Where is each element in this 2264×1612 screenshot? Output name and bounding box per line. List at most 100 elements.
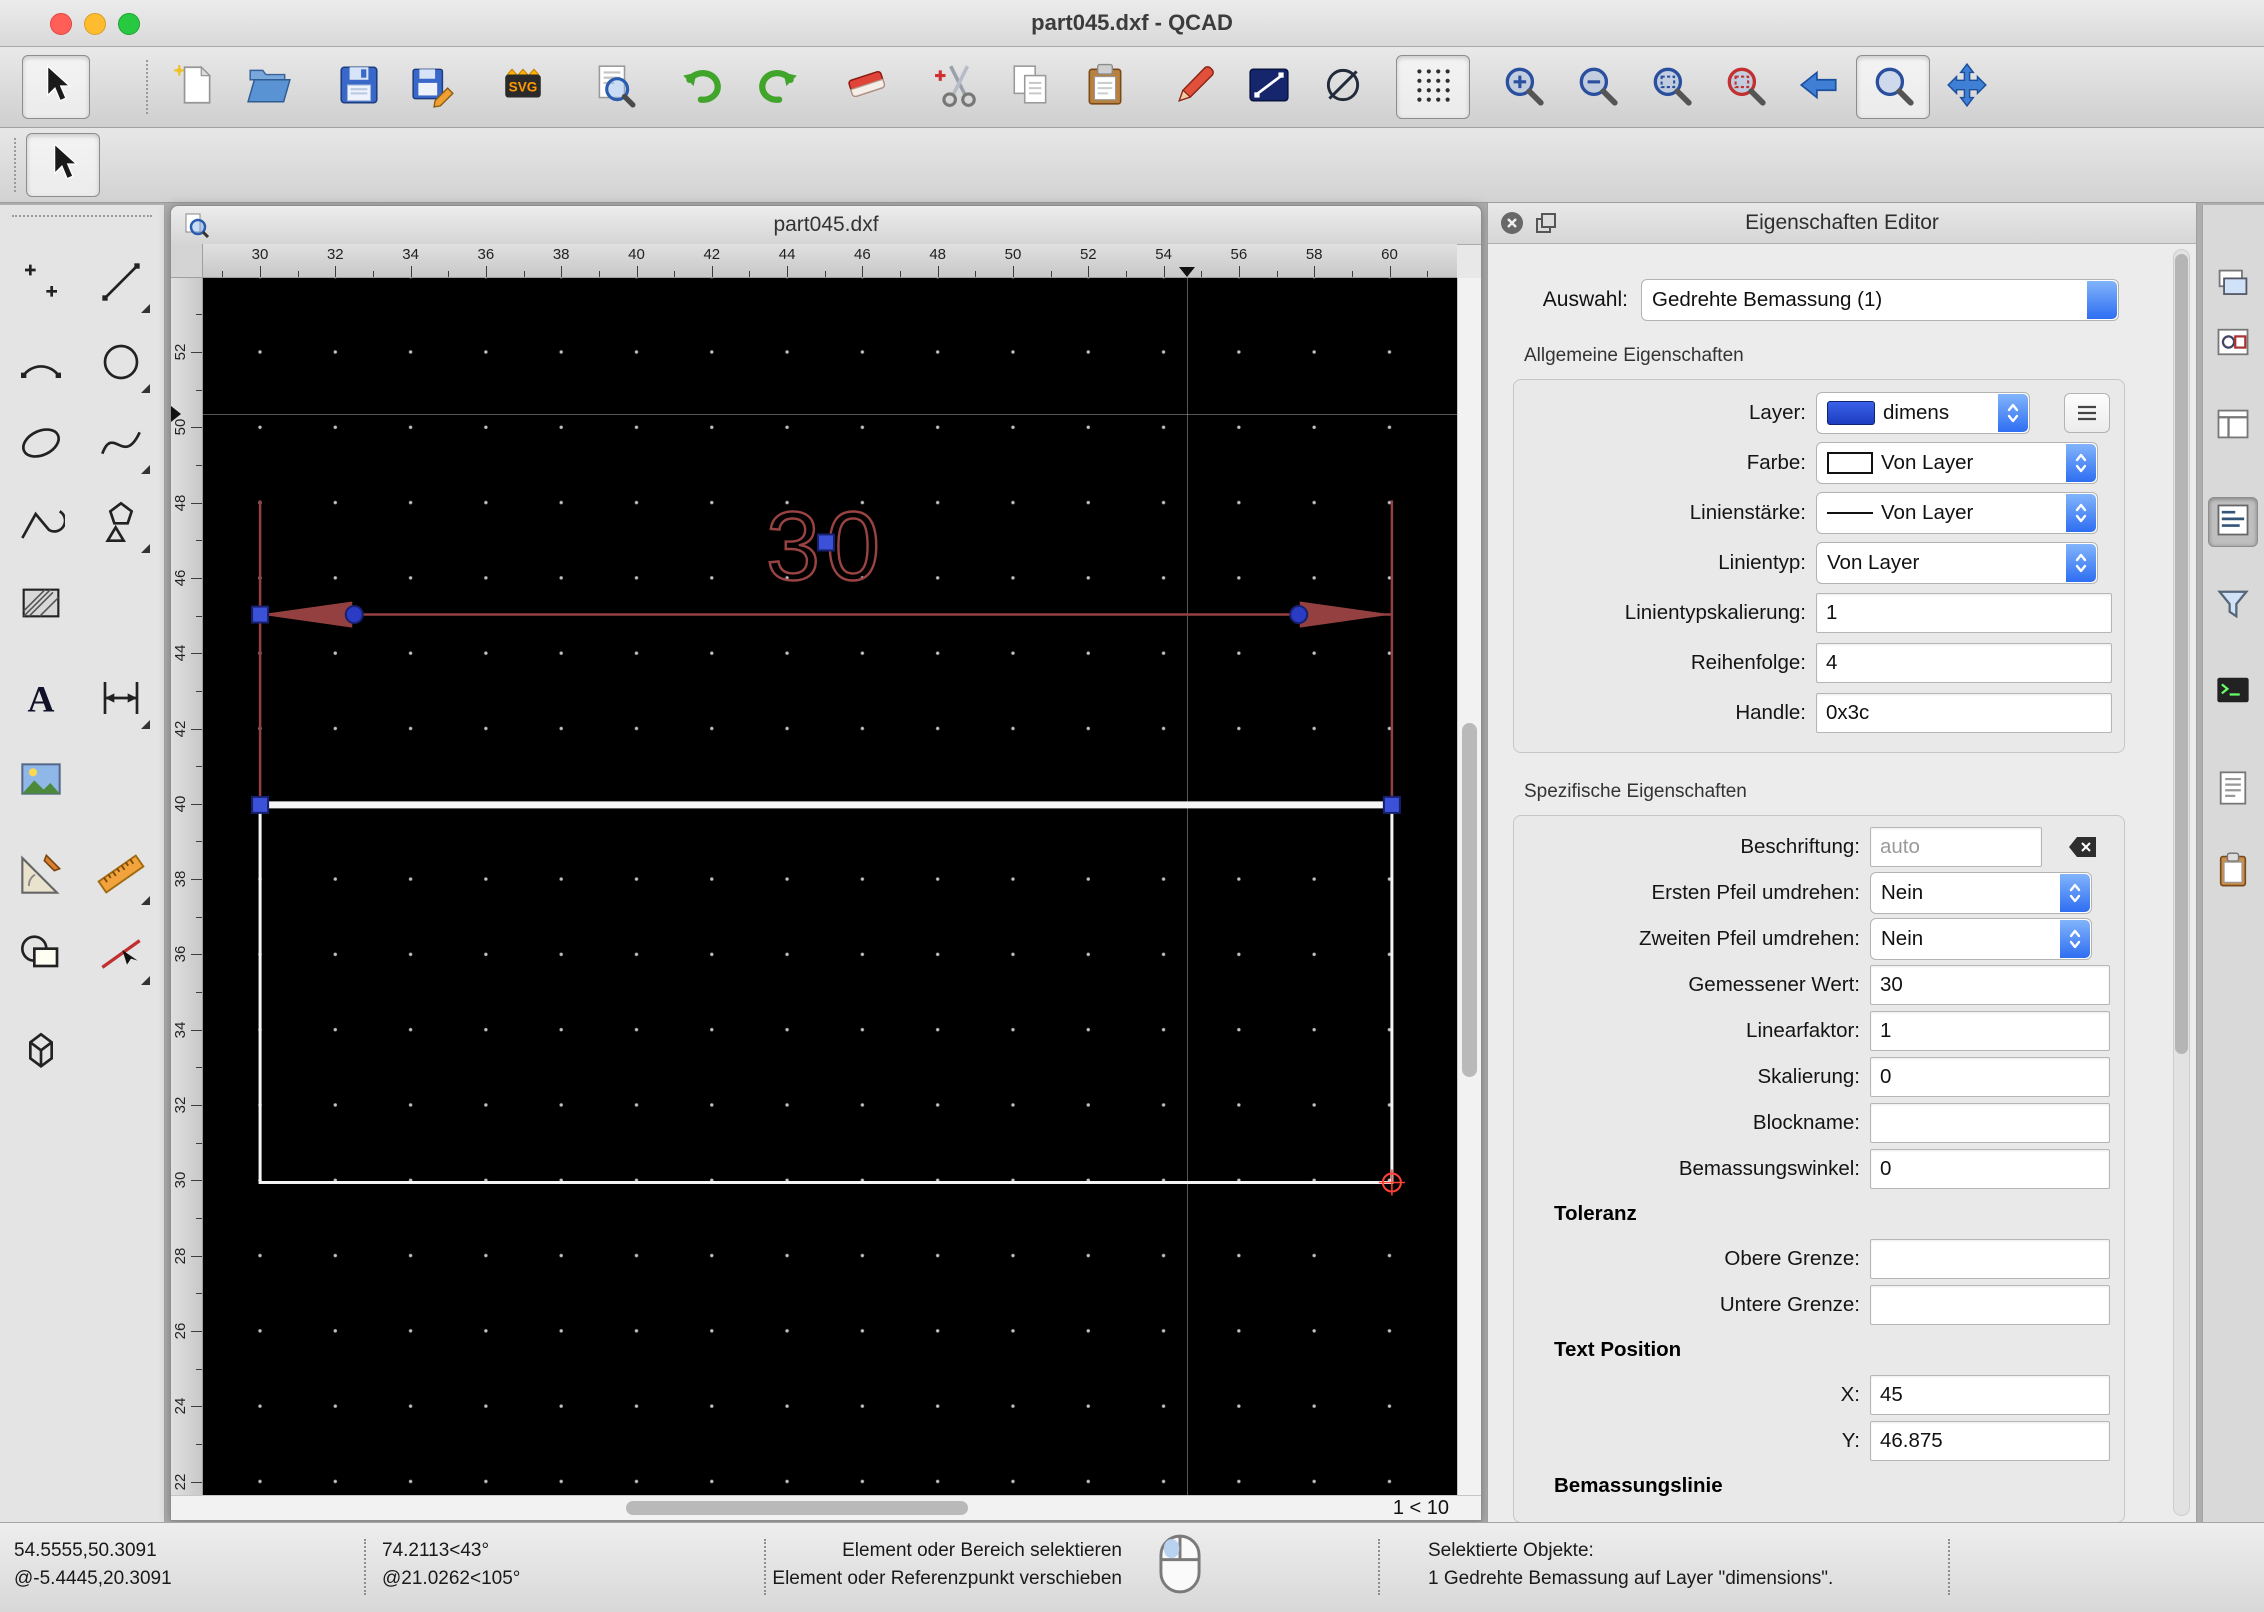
zoom-selection-button[interactable] — [1708, 55, 1782, 119]
property-field-linearfaktor[interactable]: 1 — [1870, 1011, 2110, 1051]
ruler-tick — [297, 271, 299, 277]
panel-scripts-button[interactable] — [2208, 765, 2258, 815]
document-titlebar[interactable]: part045.dxf — [171, 206, 1481, 245]
panel-scrollbar[interactable] — [2173, 249, 2190, 1516]
panel-clipboard-button[interactable] — [2208, 847, 2258, 897]
eraser-button[interactable] — [830, 55, 904, 119]
undo-button[interactable] — [666, 55, 740, 119]
zoom-auto-button[interactable] — [1634, 55, 1708, 119]
property-field-obere-grenze[interactable] — [1870, 1239, 2110, 1279]
property-field-bemassungswinkel[interactable]: 0 — [1870, 1149, 2110, 1189]
tool-polyline-button[interactable] — [8, 491, 74, 557]
property-label: Gemessener Wert: — [1688, 973, 1860, 996]
pan-button[interactable] — [1930, 55, 2004, 119]
print-preview-button[interactable] — [576, 55, 650, 119]
clear-label-button[interactable] — [2062, 827, 2104, 867]
tool-image-button[interactable] — [8, 748, 74, 814]
new-button[interactable] — [158, 55, 232, 119]
copy-button[interactable] — [994, 55, 1068, 119]
svg-export-button[interactable]: SVG — [486, 55, 560, 119]
close-panel-icon[interactable] — [1500, 211, 1524, 235]
property-field-beschriftung[interactable]: auto — [1870, 827, 2042, 867]
tool-line-button[interactable] — [88, 251, 154, 317]
save-as-button[interactable] — [396, 55, 470, 119]
cut-button[interactable] — [920, 55, 994, 119]
panel-scrollbar-thumb[interactable] — [2175, 254, 2188, 1054]
general-properties-group: Layer: dimens Farbe: Von Layer Linienstärke:… — [1513, 379, 2125, 753]
save-button[interactable] — [322, 55, 396, 119]
property-combo-linientyp[interactable]: Von Layer — [1816, 542, 2098, 584]
selection-tool-button[interactable] — [26, 133, 100, 197]
property-field-untere-grenze[interactable] — [1870, 1285, 2110, 1325]
tool-circle-button[interactable] — [88, 331, 154, 397]
tool-points-button[interactable] — [8, 251, 74, 317]
drawing-window: part045.dxf 30 32 34 36 38 40 42 44 46 48 50 52 54 56… — [170, 205, 1482, 1521]
toolbar-drag-handle[interactable] — [14, 138, 16, 192]
ruler-label: 46 — [854, 246, 871, 263]
zoom-indicator: 1 < 10 — [1392, 1497, 1449, 1519]
line-props-button[interactable] — [1232, 55, 1306, 119]
property-combo-farbe[interactable]: Von Layer — [1816, 442, 2098, 484]
horizontal-scrollbar[interactable]: 1 < 10 — [171, 1495, 1481, 1520]
text-icon: A — [17, 674, 65, 727]
tool-protractor-button[interactable] — [8, 843, 74, 909]
panel-properties-button[interactable] — [2208, 497, 2258, 547]
open-button[interactable] — [232, 55, 306, 119]
tool-modify-button[interactable] — [8, 923, 74, 989]
tool-cube-button[interactable] — [8, 1018, 74, 1084]
tool-ruler-button[interactable] — [88, 843, 154, 909]
tool-divide-button[interactable] — [88, 923, 154, 989]
vertical-scrollbar-thumb[interactable] — [1462, 723, 1477, 1077]
detach-panel-icon[interactable] — [1534, 211, 1558, 235]
property-field-blockname[interactable] — [1870, 1103, 2110, 1143]
horizontal-scrollbar-thumb[interactable] — [626, 1501, 968, 1515]
tool-hatch-button[interactable] — [8, 572, 74, 638]
layer-menu-button[interactable] — [2064, 393, 2110, 433]
tool-dimension-button[interactable] — [88, 667, 154, 733]
palette-drag-handle[interactable] — [12, 215, 152, 217]
drawing-entities[interactable]: 30 — [203, 278, 1457, 1495]
pen-button[interactable] — [1158, 55, 1232, 119]
vertical-scrollbar[interactable] — [1457, 278, 1481, 1495]
zoom-out-button[interactable] — [1560, 55, 1634, 119]
panel-library-button[interactable] — [2208, 401, 2258, 451]
ellipse-props-button[interactable] — [1306, 55, 1380, 119]
tool-ellipse-button[interactable] — [8, 412, 74, 478]
property-field-gemessener-wert[interactable]: 30 — [1870, 965, 2110, 1005]
tool-text-button[interactable]: A — [8, 667, 74, 733]
tool-shapes-button[interactable] — [88, 491, 154, 557]
property-field-x[interactable]: 45 — [1870, 1375, 2110, 1415]
panel-layers-button[interactable] — [2208, 261, 2258, 311]
toolbar-drag-handle[interactable] — [146, 60, 148, 114]
tool-spline-button[interactable] — [88, 412, 154, 478]
property-combo-ersten-pfeil-umdrehen[interactable]: Nein — [1870, 872, 2092, 914]
property-field-y[interactable]: 46.875 — [1870, 1421, 2110, 1461]
left-click-hint: Element oder Bereich selektieren — [842, 1540, 1122, 1561]
ruler-tick — [1050, 271, 1052, 277]
property-field-skalierung[interactable]: 0 — [1870, 1057, 2110, 1097]
property-field-linientypskalierung[interactable]: 1 — [1816, 593, 2112, 633]
selection-combobox[interactable]: Gedrehte Bemassung (1) — [1641, 279, 2119, 321]
selection-button[interactable] — [22, 55, 90, 119]
flyout-indicator — [141, 304, 150, 313]
ruler-label: 48 — [929, 246, 947, 263]
ruler-tick — [191, 1255, 202, 1257]
view-previous-button[interactable] — [1782, 55, 1856, 119]
panel-filter-button[interactable] — [2208, 581, 2258, 631]
redo-button[interactable] — [740, 55, 814, 119]
grid-toggle-button[interactable] — [1396, 55, 1470, 119]
panel-command-button[interactable] — [2208, 667, 2258, 717]
property-field-handle[interactable]: 0x3c — [1816, 693, 2112, 733]
magnifier-button[interactable] — [1856, 55, 1930, 119]
property-combo-linienst-rke[interactable]: Von Layer — [1816, 492, 2098, 534]
drawing-canvas[interactable]: 30 — [203, 278, 1457, 1495]
tool-arc-button[interactable] — [8, 331, 74, 397]
panel-blocks-button[interactable] — [2208, 319, 2258, 369]
property-combo-zweiten-pfeil-umdrehen[interactable]: Nein — [1870, 918, 2092, 960]
property-combo-layer[interactable]: dimens — [1816, 392, 2030, 434]
zoom-in-button[interactable] — [1486, 55, 1560, 119]
general-group-title: Allgemeine Eigenschaften — [1524, 345, 1744, 366]
paste-button[interactable] — [1068, 55, 1142, 119]
property-field-reihenfolge[interactable]: 4 — [1816, 643, 2112, 683]
coordinate-display: 54.5555,50.3091 @-5.4445,20.3091 — [14, 1537, 172, 1593]
